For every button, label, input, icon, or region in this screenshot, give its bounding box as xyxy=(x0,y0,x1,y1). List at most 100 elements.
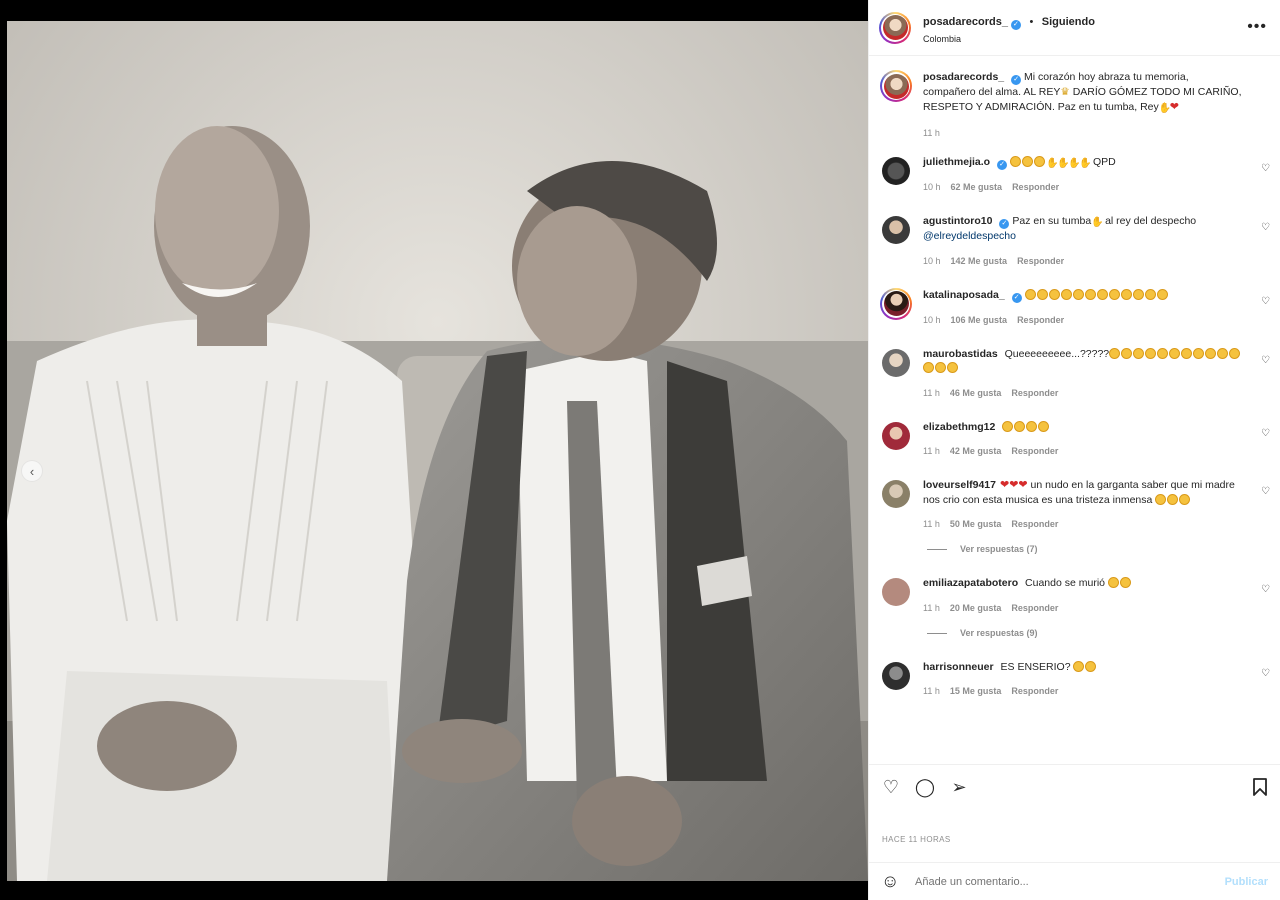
comment-likes[interactable]: 20 Me gusta xyxy=(950,603,1002,613)
comment-icon[interactable]: ◯ xyxy=(915,777,935,797)
comment-likes[interactable]: 62 Me gusta xyxy=(951,182,1003,192)
post-timestamp[interactable]: HACE 11 HORAS xyxy=(882,835,951,844)
post-media-panel: ‹ xyxy=(0,0,868,900)
comment-likes[interactable]: 142 Me gusta xyxy=(951,256,1008,266)
like-comment-heart-icon[interactable]: ♡ xyxy=(1261,428,1270,439)
crying-face-emoji-icon xyxy=(1002,420,1014,432)
comment-time[interactable]: 10 h xyxy=(923,315,941,325)
praying-hands-emoji-icon: ✋ xyxy=(1079,158,1092,169)
view-replies-button[interactable]: Ver respuestas (9) xyxy=(869,628,1280,638)
like-comment-heart-icon[interactable]: ♡ xyxy=(1261,222,1270,233)
screaming-face-emoji-icon xyxy=(1193,347,1205,359)
separator-dot: • xyxy=(1029,15,1034,28)
reply-button[interactable]: Responder xyxy=(1011,446,1058,456)
post-comment-button[interactable]: Publicar xyxy=(1225,876,1268,888)
author-username[interactable]: posadarecords_ xyxy=(923,16,1008,28)
verified-badge-icon: ✓ xyxy=(1011,292,1022,303)
comment-composer: ☺ Publicar xyxy=(869,862,1280,900)
comment-username[interactable]: juliethmejia.o xyxy=(923,156,990,168)
like-comment-heart-icon[interactable]: ♡ xyxy=(1261,296,1270,307)
caption-time[interactable]: 11 h xyxy=(923,128,940,138)
sad-face-emoji-icon xyxy=(1010,156,1022,167)
comment-username[interactable]: katalinaposada_ xyxy=(923,289,1005,301)
comment-item: agustintoro10 ✓ Paz en su tumba✋ al rey d… xyxy=(869,214,1280,266)
comment-likes[interactable]: 106 Me gusta xyxy=(951,315,1008,325)
crown-emoji-icon: ♛ xyxy=(1060,86,1070,98)
caption-author-avatar[interactable] xyxy=(880,70,912,102)
following-button[interactable]: Siguiendo xyxy=(1042,16,1095,28)
author-avatar[interactable] xyxy=(879,11,911,44)
like-comment-heart-icon[interactable]: ♡ xyxy=(1261,355,1270,366)
screaming-face-emoji-icon xyxy=(923,362,934,373)
post-photo[interactable]: ‹ xyxy=(7,21,868,881)
commenter-avatar[interactable] xyxy=(880,214,912,246)
reply-button[interactable]: Responder xyxy=(1011,388,1058,398)
sad-face-emoji-icon xyxy=(1096,288,1108,300)
bookmark-icon[interactable] xyxy=(1250,777,1270,797)
comment-mention-link[interactable]: @elreydeldespecho xyxy=(923,230,1016,242)
commenter-avatar[interactable] xyxy=(880,155,912,187)
more-options-icon[interactable]: ••• xyxy=(1247,18,1267,36)
comments-list[interactable]: posadarecords_ ✓ Mi corazón hoy abraza tu… xyxy=(869,57,1280,764)
heart-icon[interactable]: ♡ xyxy=(881,777,901,797)
comment-item: maurobastidas Queeeeeeeee...????? 11 h 4… xyxy=(869,347,1280,398)
sad-face-emoji-icon xyxy=(1156,288,1168,300)
like-comment-heart-icon[interactable]: ♡ xyxy=(1261,163,1270,174)
comment-likes[interactable]: 46 Me gusta xyxy=(950,388,1002,398)
comment-time[interactable]: 11 h xyxy=(923,603,940,613)
post-location[interactable]: Colombia xyxy=(923,34,1095,44)
caption-username[interactable]: posadarecords_ xyxy=(923,71,1004,83)
screaming-face-emoji-icon xyxy=(1229,347,1241,359)
comment-text: Cuando se murió xyxy=(1025,577,1106,589)
send-icon[interactable]: ➢ xyxy=(949,777,969,797)
commenter-avatar[interactable] xyxy=(880,660,912,692)
view-replies-label[interactable]: Ver respuestas (7) xyxy=(960,544,1038,554)
comment-time[interactable]: 10 h xyxy=(923,182,941,192)
surprised-face-emoji-icon xyxy=(1073,660,1085,672)
verified-badge-icon: ✓ xyxy=(1011,75,1022,85)
comment-username[interactable]: harrisonneuer xyxy=(923,661,994,673)
post-caption: posadarecords_ ✓ Mi corazón hoy abraza tu… xyxy=(869,70,1280,138)
view-replies-label[interactable]: Ver respuestas (9) xyxy=(960,628,1038,638)
reply-button[interactable]: Responder xyxy=(1011,686,1058,696)
commenter-avatar[interactable] xyxy=(880,478,912,510)
like-comment-heart-icon[interactable]: ♡ xyxy=(1261,584,1270,595)
commenter-avatar[interactable] xyxy=(880,420,912,452)
comment-time[interactable]: 11 h xyxy=(923,519,940,529)
comment-username[interactable]: emiliazapatabotero xyxy=(923,577,1018,589)
smiley-icon[interactable]: ☺ xyxy=(881,871,903,892)
post-details-panel: posadarecords_ ✓ • Siguiendo Colombia •••… xyxy=(868,0,1280,900)
comment-text-2: al rey del despecho xyxy=(1102,215,1197,227)
comment-username[interactable]: maurobastidas xyxy=(923,348,998,360)
commenter-avatar[interactable] xyxy=(880,576,912,608)
sad-face-emoji-icon xyxy=(1036,288,1048,300)
comment-username[interactable]: loveurself9417 xyxy=(923,479,996,491)
sad-face-emoji-icon xyxy=(1108,288,1120,300)
comment-time[interactable]: 10 h xyxy=(923,256,941,266)
praying-hands-emoji-icon: ✋ xyxy=(1046,158,1059,169)
comment-time[interactable]: 11 h xyxy=(923,388,940,398)
like-comment-heart-icon[interactable]: ♡ xyxy=(1261,486,1270,497)
view-replies-button[interactable]: Ver respuestas (7) xyxy=(869,544,1280,554)
comment-username[interactable]: agustintoro10 xyxy=(923,215,992,227)
previous-image-button[interactable]: ‹ xyxy=(21,460,43,482)
photo-illustration xyxy=(7,21,868,881)
reply-button[interactable]: Responder xyxy=(1017,256,1064,266)
comment-time[interactable]: 11 h xyxy=(923,446,940,456)
comment-text: ES ENSERIO? xyxy=(1000,660,1071,673)
commenter-avatar[interactable] xyxy=(880,287,912,320)
reply-button[interactable]: Responder xyxy=(1011,603,1058,613)
comment-likes[interactable]: 42 Me gusta xyxy=(950,446,1002,456)
comment-time[interactable]: 11 h xyxy=(923,686,940,696)
comment-likes[interactable]: 15 Me gusta xyxy=(950,686,1002,696)
comment-text: Paz en su tumba xyxy=(1012,215,1092,227)
comment-input[interactable] xyxy=(915,875,1225,888)
reply-button[interactable]: Responder xyxy=(1017,315,1064,325)
like-comment-heart-icon[interactable]: ♡ xyxy=(1261,668,1270,679)
commenter-avatar[interactable] xyxy=(880,347,912,379)
reply-button[interactable]: Responder xyxy=(1012,182,1059,192)
sad-face-emoji-icon xyxy=(1107,577,1119,588)
reply-button[interactable]: Responder xyxy=(1011,519,1058,529)
comment-likes[interactable]: 50 Me gusta xyxy=(950,519,1002,529)
comment-username[interactable]: elizabethmg12 xyxy=(923,421,995,433)
